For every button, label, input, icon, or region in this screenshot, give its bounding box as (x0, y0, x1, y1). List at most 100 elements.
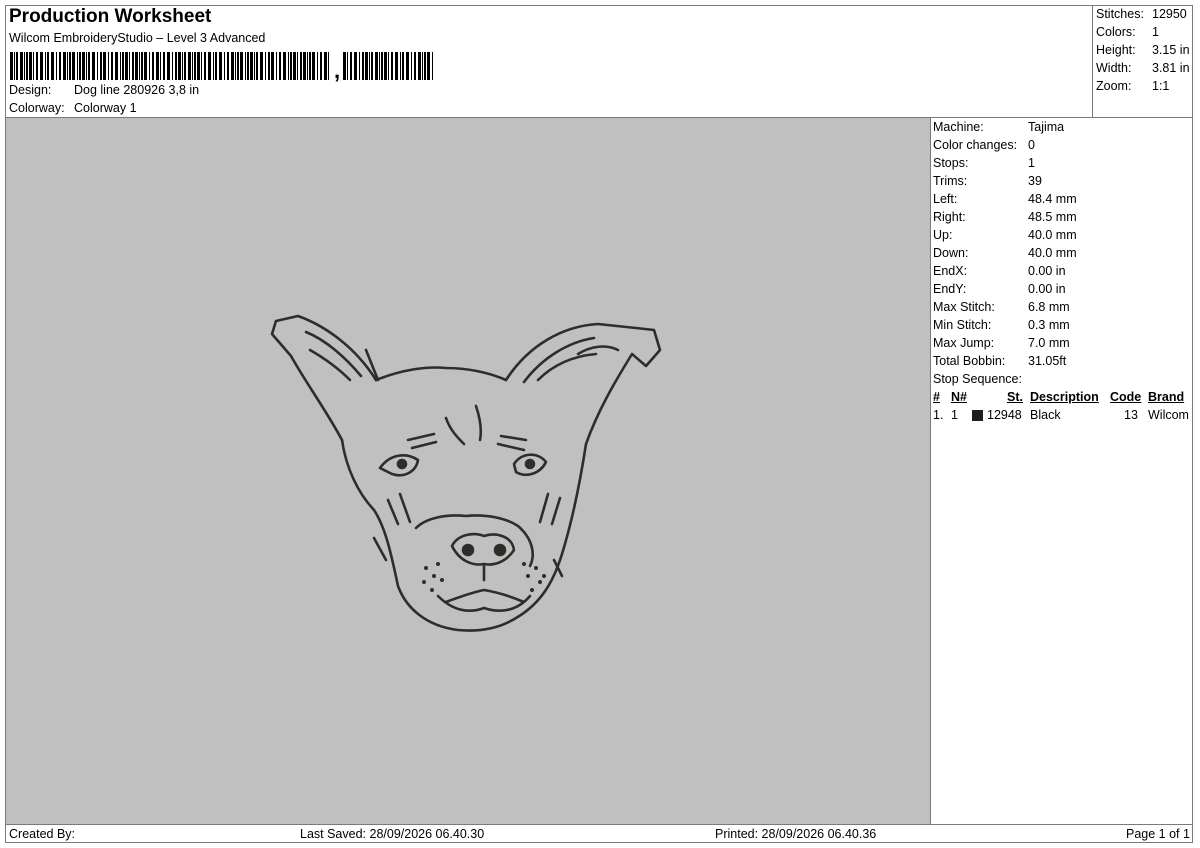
info-machine: Machine: Tajima (933, 118, 1077, 136)
design-canvas[interactable] (6, 118, 930, 824)
muzzle-outline (414, 514, 534, 568)
barcode-bar (175, 52, 177, 80)
barcode-bar (29, 52, 32, 80)
barcode-bar (256, 52, 258, 80)
barcode-bar (324, 52, 327, 80)
barcode-bar (88, 52, 90, 80)
barcode-bar (82, 52, 85, 80)
col-description: Description (1030, 390, 1099, 404)
colorway-label: Colorway: (9, 101, 65, 115)
barcode-bar (79, 52, 81, 80)
info-value: 1 (1028, 156, 1035, 170)
barcode-bar (120, 52, 121, 80)
barcode-bar (381, 52, 384, 80)
barcode: , (10, 50, 434, 82)
barcode-bar (293, 52, 296, 80)
barcode-bar (276, 52, 277, 80)
barcode-bar (69, 52, 71, 80)
info-value: 7.0 mm (1028, 336, 1070, 350)
barcode-bar (290, 52, 292, 80)
barcode-bar (250, 52, 253, 80)
page-title: Production Worksheet (9, 6, 212, 27)
row-brand: Wilcom (1148, 408, 1189, 422)
barcode-bar (192, 52, 193, 80)
barcode-bar (224, 52, 225, 80)
barcode-bar (10, 52, 13, 80)
row-num: 1. (933, 408, 944, 422)
colorway-row: Colorway: Colorway 1 (9, 101, 137, 115)
stat-value: 3.81 in (1152, 61, 1190, 75)
barcode-bar (343, 52, 347, 80)
barcode-bar (371, 52, 374, 80)
barcode-bar (424, 52, 427, 80)
barcode-bar (197, 52, 200, 80)
barcode-bar (149, 52, 150, 80)
info-left: Left: 48.4 mm (933, 190, 1077, 208)
stat-width: Width: 3.81 in (1096, 59, 1190, 77)
barcode-bar (139, 52, 140, 80)
stat-stitches: Stitches: 12950 (1096, 5, 1190, 23)
info-label: Trims: (933, 174, 968, 188)
barcode-bar (56, 52, 57, 80)
info-label: Total Bobbin: (933, 354, 1006, 368)
stat-value: 3.15 in (1152, 43, 1190, 57)
barcode-bar (268, 52, 270, 80)
barcode-bar (97, 52, 98, 80)
info-label: Right: (933, 210, 966, 224)
barcode-bar (388, 52, 390, 80)
header-divider (1092, 5, 1093, 118)
info-value: 39 (1028, 174, 1042, 188)
left-ear-inner (304, 330, 380, 382)
barcode-bar (231, 52, 234, 80)
barcode-bar (307, 52, 308, 80)
barcode-bar (254, 52, 255, 80)
barcode-bar (303, 52, 306, 80)
barcode-bar (100, 52, 102, 80)
dog-embroidery-design (270, 314, 662, 632)
barcode-bar (92, 52, 95, 80)
barcode-bar (172, 52, 173, 80)
barcode-bar (365, 52, 369, 80)
info-up: Up: 40.0 mm (933, 226, 1077, 244)
right-pupil (524, 458, 536, 470)
barcode-bar (51, 52, 54, 80)
barcode-bar (300, 52, 302, 80)
info-trims: Trims: 39 (933, 172, 1077, 190)
info-stops: Stops: 1 (933, 154, 1077, 172)
barcode-bar (141, 52, 143, 80)
row-needle: 1 (951, 408, 958, 422)
row-description: Black (1030, 408, 1061, 422)
info-endy: EndY: 0.00 in (933, 280, 1077, 298)
barcode-bar (347, 52, 349, 80)
stat-height: Height: 3.15 in (1096, 41, 1190, 59)
col-code: Code (1110, 390, 1142, 404)
design-value: Dog line 280926 3,8 in (74, 83, 200, 97)
left-nostril (461, 543, 475, 557)
footer-last-saved: Last Saved: 28/09/2026 06.40.30 (300, 827, 485, 841)
barcode-bar (103, 52, 106, 80)
info-endx: EndX: 0.00 in (933, 262, 1077, 280)
barcode-bar (20, 52, 23, 80)
barcode-bar (36, 52, 38, 80)
info-label: Max Stitch: (933, 300, 995, 314)
info-label: Left: (933, 192, 958, 206)
stat-label: Stitches: (1096, 7, 1144, 21)
barcode-bar (328, 52, 329, 80)
info-value: 0.00 in (1028, 264, 1066, 278)
barcode-bar (279, 52, 281, 80)
barcode-bar (265, 52, 266, 80)
stat-value: 1:1 (1152, 79, 1170, 93)
barcode-bar (135, 52, 138, 80)
barcode-bars-secondary (343, 52, 434, 80)
barcode-bar (132, 52, 134, 80)
left-ear (270, 314, 378, 442)
barcode-bar (167, 52, 170, 80)
info-total-bobbin: Total Bobbin: 31.05ft (933, 352, 1077, 370)
info-label: Stop Sequence: (933, 372, 1022, 386)
barcode-bar (33, 52, 34, 80)
barcode-bar (427, 52, 431, 80)
table-row: 1. 1 12948 Black 13 Wilcom (933, 406, 1191, 424)
row-stitches: 12948 (987, 408, 1022, 422)
info-label: Up: (933, 228, 953, 242)
barcode-bar (369, 52, 371, 80)
